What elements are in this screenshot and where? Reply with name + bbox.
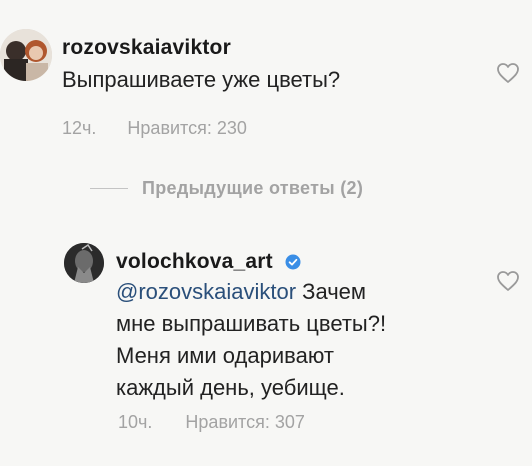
comment-meta: 12ч. Нравится: 230	[62, 118, 247, 139]
comment-text: Выпрашиваете уже цветы?	[62, 67, 341, 92]
verified-badge-icon	[285, 254, 301, 270]
divider-line	[90, 188, 128, 189]
previous-replies-toggle[interactable]: Предыдущие ответы (2)	[90, 178, 363, 199]
reply-text-line1: @rozovskaiaviktor Зачем	[116, 276, 476, 308]
reply-text-line3: Меня ими одаривают	[116, 343, 334, 368]
reply-text-line1-rest: Зачем	[296, 279, 367, 304]
comment-likes[interactable]: Нравится: 230	[127, 118, 246, 139]
comment-time: 12ч.	[62, 118, 97, 138]
previous-replies-label: Предыдущие ответы (2)	[142, 178, 364, 198]
reply-text: @rozovskaiaviktor Зачем мне выпрашивать …	[116, 276, 476, 404]
reply-time: 10ч.	[118, 412, 153, 432]
avatar[interactable]	[0, 29, 52, 81]
reply-username-text: volochkova_art	[116, 250, 273, 273]
heart-outline-icon[interactable]	[496, 270, 522, 296]
reply-likes[interactable]: Нравится: 307	[185, 412, 304, 433]
reply-meta: 10ч. Нравится: 307	[118, 412, 305, 433]
heart-outline-icon[interactable]	[496, 62, 522, 88]
reply-text-line2: мне выпрашивать цветы?!	[116, 311, 387, 336]
mention-link[interactable]: @rozovskaiaviktor	[116, 279, 296, 304]
avatar[interactable]	[64, 243, 104, 283]
reply-username[interactable]: volochkova_art	[116, 250, 301, 274]
reply-text-line4: каждый день, уебище.	[116, 375, 345, 400]
comment-username[interactable]: rozovskaiaviktor	[62, 36, 231, 60]
